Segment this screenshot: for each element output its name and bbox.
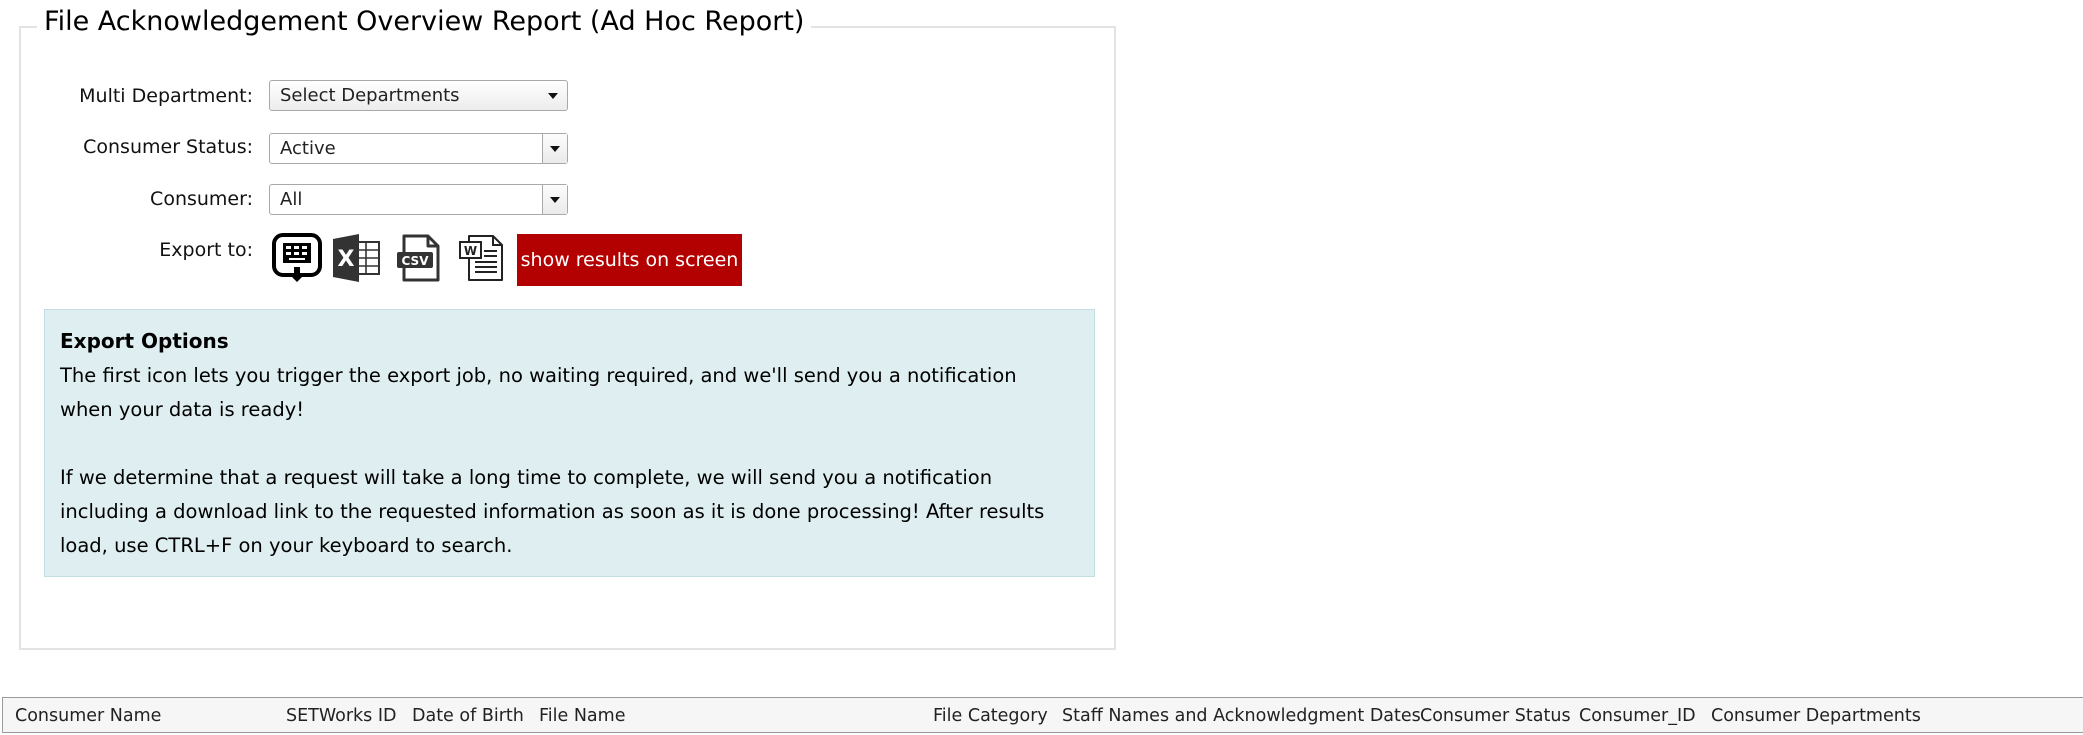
excel-icon[interactable]: X bbox=[331, 233, 381, 283]
svg-text:W: W bbox=[464, 244, 477, 258]
column-header-consumer-status[interactable]: Consumer Status bbox=[1420, 705, 1571, 727]
export-options-paragraph-2: If we determine that a request will take… bbox=[60, 466, 1045, 557]
consumer-status-select[interactable]: Active bbox=[269, 133, 568, 164]
export-options-panel: Export Options The first icon lets you t… bbox=[44, 309, 1095, 577]
column-header-consumer-id[interactable]: Consumer_ID bbox=[1579, 705, 1696, 727]
export-to-label: Export to: bbox=[159, 239, 253, 261]
chevron-down-icon[interactable] bbox=[542, 185, 567, 214]
word-icon[interactable]: W bbox=[457, 233, 507, 283]
background-export-icon[interactable] bbox=[272, 233, 322, 283]
column-header-consumer-departments[interactable]: Consumer Departments bbox=[1711, 705, 1921, 727]
column-header-date-of-birth[interactable]: Date of Birth bbox=[412, 705, 524, 727]
consumer-select[interactable]: All bbox=[269, 184, 568, 215]
consumer-status-value: Active bbox=[280, 138, 336, 159]
show-results-button[interactable]: show results on screen bbox=[517, 234, 742, 286]
page-title: File Acknowledgement Overview Report (Ad… bbox=[37, 4, 812, 40]
chevron-down-icon[interactable] bbox=[542, 134, 567, 163]
consumer-status-label: Consumer Status: bbox=[83, 136, 253, 158]
export-options-paragraph-1: The first icon lets you trigger the expo… bbox=[60, 364, 1017, 421]
svg-text:CSV: CSV bbox=[402, 254, 430, 268]
multi-department-value: Select Departments bbox=[280, 85, 460, 106]
column-header-file-category[interactable]: File Category bbox=[933, 705, 1048, 727]
column-header-file-name[interactable]: File Name bbox=[539, 705, 625, 727]
column-header-staff-names[interactable]: Staff Names and Acknowledgment Dates bbox=[1062, 705, 1421, 727]
column-header-setworks-id[interactable]: SETWorks ID bbox=[286, 705, 397, 727]
multi-department-select[interactable]: Select Departments bbox=[269, 80, 568, 111]
results-table-header: Consumer Name SETWorks ID Date of Birth … bbox=[2, 697, 2083, 733]
multi-department-label: Multi Department: bbox=[79, 85, 253, 107]
column-header-consumer-name[interactable]: Consumer Name bbox=[15, 705, 161, 727]
chevron-down-icon bbox=[548, 93, 558, 99]
csv-icon[interactable]: CSV bbox=[395, 233, 445, 283]
svg-text:X: X bbox=[338, 247, 355, 272]
export-options-heading: Export Options bbox=[60, 329, 229, 353]
consumer-label: Consumer: bbox=[150, 188, 253, 210]
consumer-value: All bbox=[280, 189, 303, 210]
